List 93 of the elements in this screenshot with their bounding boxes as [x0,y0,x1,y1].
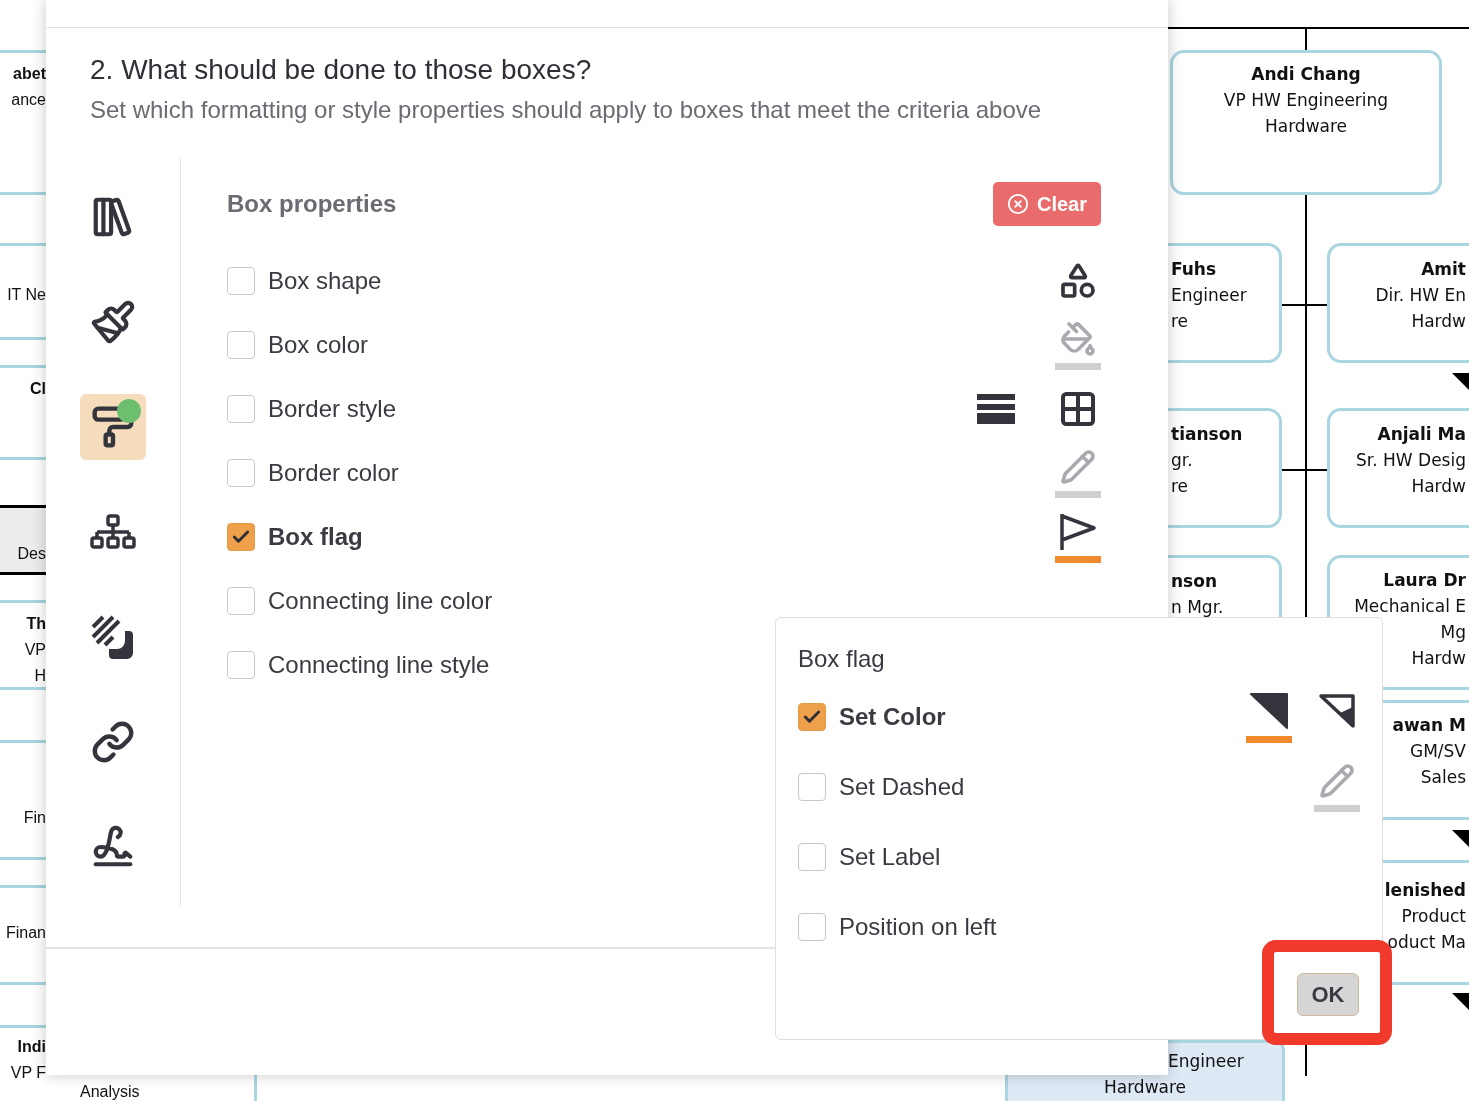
box-text: Engineer [1167,1050,1244,1073]
box-text: n Mgr. [1171,596,1224,619]
box-text: Hardware [1264,115,1348,138]
option-label: Connecting line style [268,650,490,680]
checkbox[interactable] [227,523,255,551]
box-text: Hardw [1411,475,1466,498]
box-text: Mg [1440,621,1466,644]
hierarchy-icon [90,514,136,550]
sidebar-tab[interactable] [80,394,146,460]
box-text: Engineer [1171,284,1247,307]
person-name: Cl [30,379,46,399]
flag-icon [1058,511,1098,550]
person-name: Andi Chang [1251,63,1361,86]
box-text: gr. [1171,449,1193,472]
expand-triangle-icon[interactable] [1452,830,1469,847]
checkbox[interactable] [227,651,255,679]
option-label: Box color [268,330,369,360]
option-label: Border style [268,394,397,424]
color-bar [1055,362,1101,370]
border-style-icon [977,393,1015,425]
box-text: Fin [23,808,46,828]
person-name: Amit [1421,258,1466,281]
box-text: Hardw [1411,647,1466,670]
link-icon [91,720,135,764]
checkbox[interactable] [798,773,826,801]
box-text: VP F [10,1063,46,1083]
color-bar [1055,555,1101,563]
dialog-description: Set which formatting or style properties should apply to boxes that meet the criteria above [90,95,1043,125]
clear-icon [1006,193,1029,215]
box-text: GM/SV [1410,740,1466,763]
color-bar [1246,735,1292,743]
option-label: Connecting line color [268,586,493,616]
pencil-icon [1060,448,1096,485]
option-label: Set Dashed [839,772,965,802]
filled-triangle-icon [1249,691,1289,730]
box-text: Hardware [1103,1076,1187,1099]
paint-bucket-icon [1060,320,1096,357]
box-text: Sales [1420,766,1466,789]
option-label: Set Color [839,702,946,732]
expand-triangle-icon[interactable] [1452,373,1469,390]
person-name: Laura Dr [1383,569,1466,592]
checkbox[interactable] [227,459,255,487]
popup-title: Box flag [798,644,886,674]
shapes-icon [1058,261,1098,301]
box-text: Des [17,544,46,564]
grid-icon [1058,389,1098,429]
box-text: re [1171,475,1189,498]
ok-button[interactable]: OK [1297,973,1359,1016]
checkbox[interactable] [227,331,255,359]
box-text: Dir. HW En [1375,284,1466,307]
box-text: H [34,666,46,686]
box-text: Analysis [80,1082,140,1101]
box-text: re [1171,310,1189,333]
checkbox[interactable] [798,703,826,731]
option-label: Box flag [268,522,363,552]
person-name: nson [1171,570,1217,593]
expand-triangle-icon[interactable] [1452,993,1469,1010]
box-text: VP [24,640,46,660]
checkbox[interactable] [227,395,255,423]
option-label: Border color [268,458,399,488]
box-text: ance [11,90,46,110]
person-name: Fuhs [1171,258,1217,281]
person-name: awan M [1392,714,1466,737]
box-text: Finan [5,923,46,943]
checkbox[interactable] [798,843,826,871]
checkbox[interactable] [227,267,255,295]
pencil-icon [1319,762,1355,799]
box-text: IT Ne [7,285,46,305]
color-bar [1314,804,1360,812]
checkbox[interactable] [798,913,826,941]
checkbox[interactable] [227,587,255,615]
box-text: Hardw [1411,310,1466,333]
person-name: Anjali Ma [1377,423,1466,446]
box-text: oduct Ma [1387,931,1466,954]
person-name: tianson [1171,423,1243,446]
person-name: lenished [1384,879,1466,902]
option-label: Box shape [268,266,382,296]
box-text: Product [1401,905,1466,928]
box-text: Sr. HW Desig [1356,449,1466,472]
outline-triangle-icon [1318,693,1356,729]
box-text: VP HW Engineering [1223,89,1389,112]
option-label: Set Label [839,842,941,872]
person-name: Indi [17,1037,46,1057]
dialog-heading: 2. What should be done to those boxes? [90,53,593,87]
pattern-icon [91,615,135,659]
box-text: Mechanical E [1354,595,1466,618]
person-name: abet [13,64,46,84]
paintbrush-icon [90,299,136,345]
person-name: Th [26,614,46,634]
color-bar [1055,490,1101,498]
option-label: Position on left [839,912,997,942]
paint-roller-icon [91,405,135,449]
section-title: Box properties [227,189,397,219]
